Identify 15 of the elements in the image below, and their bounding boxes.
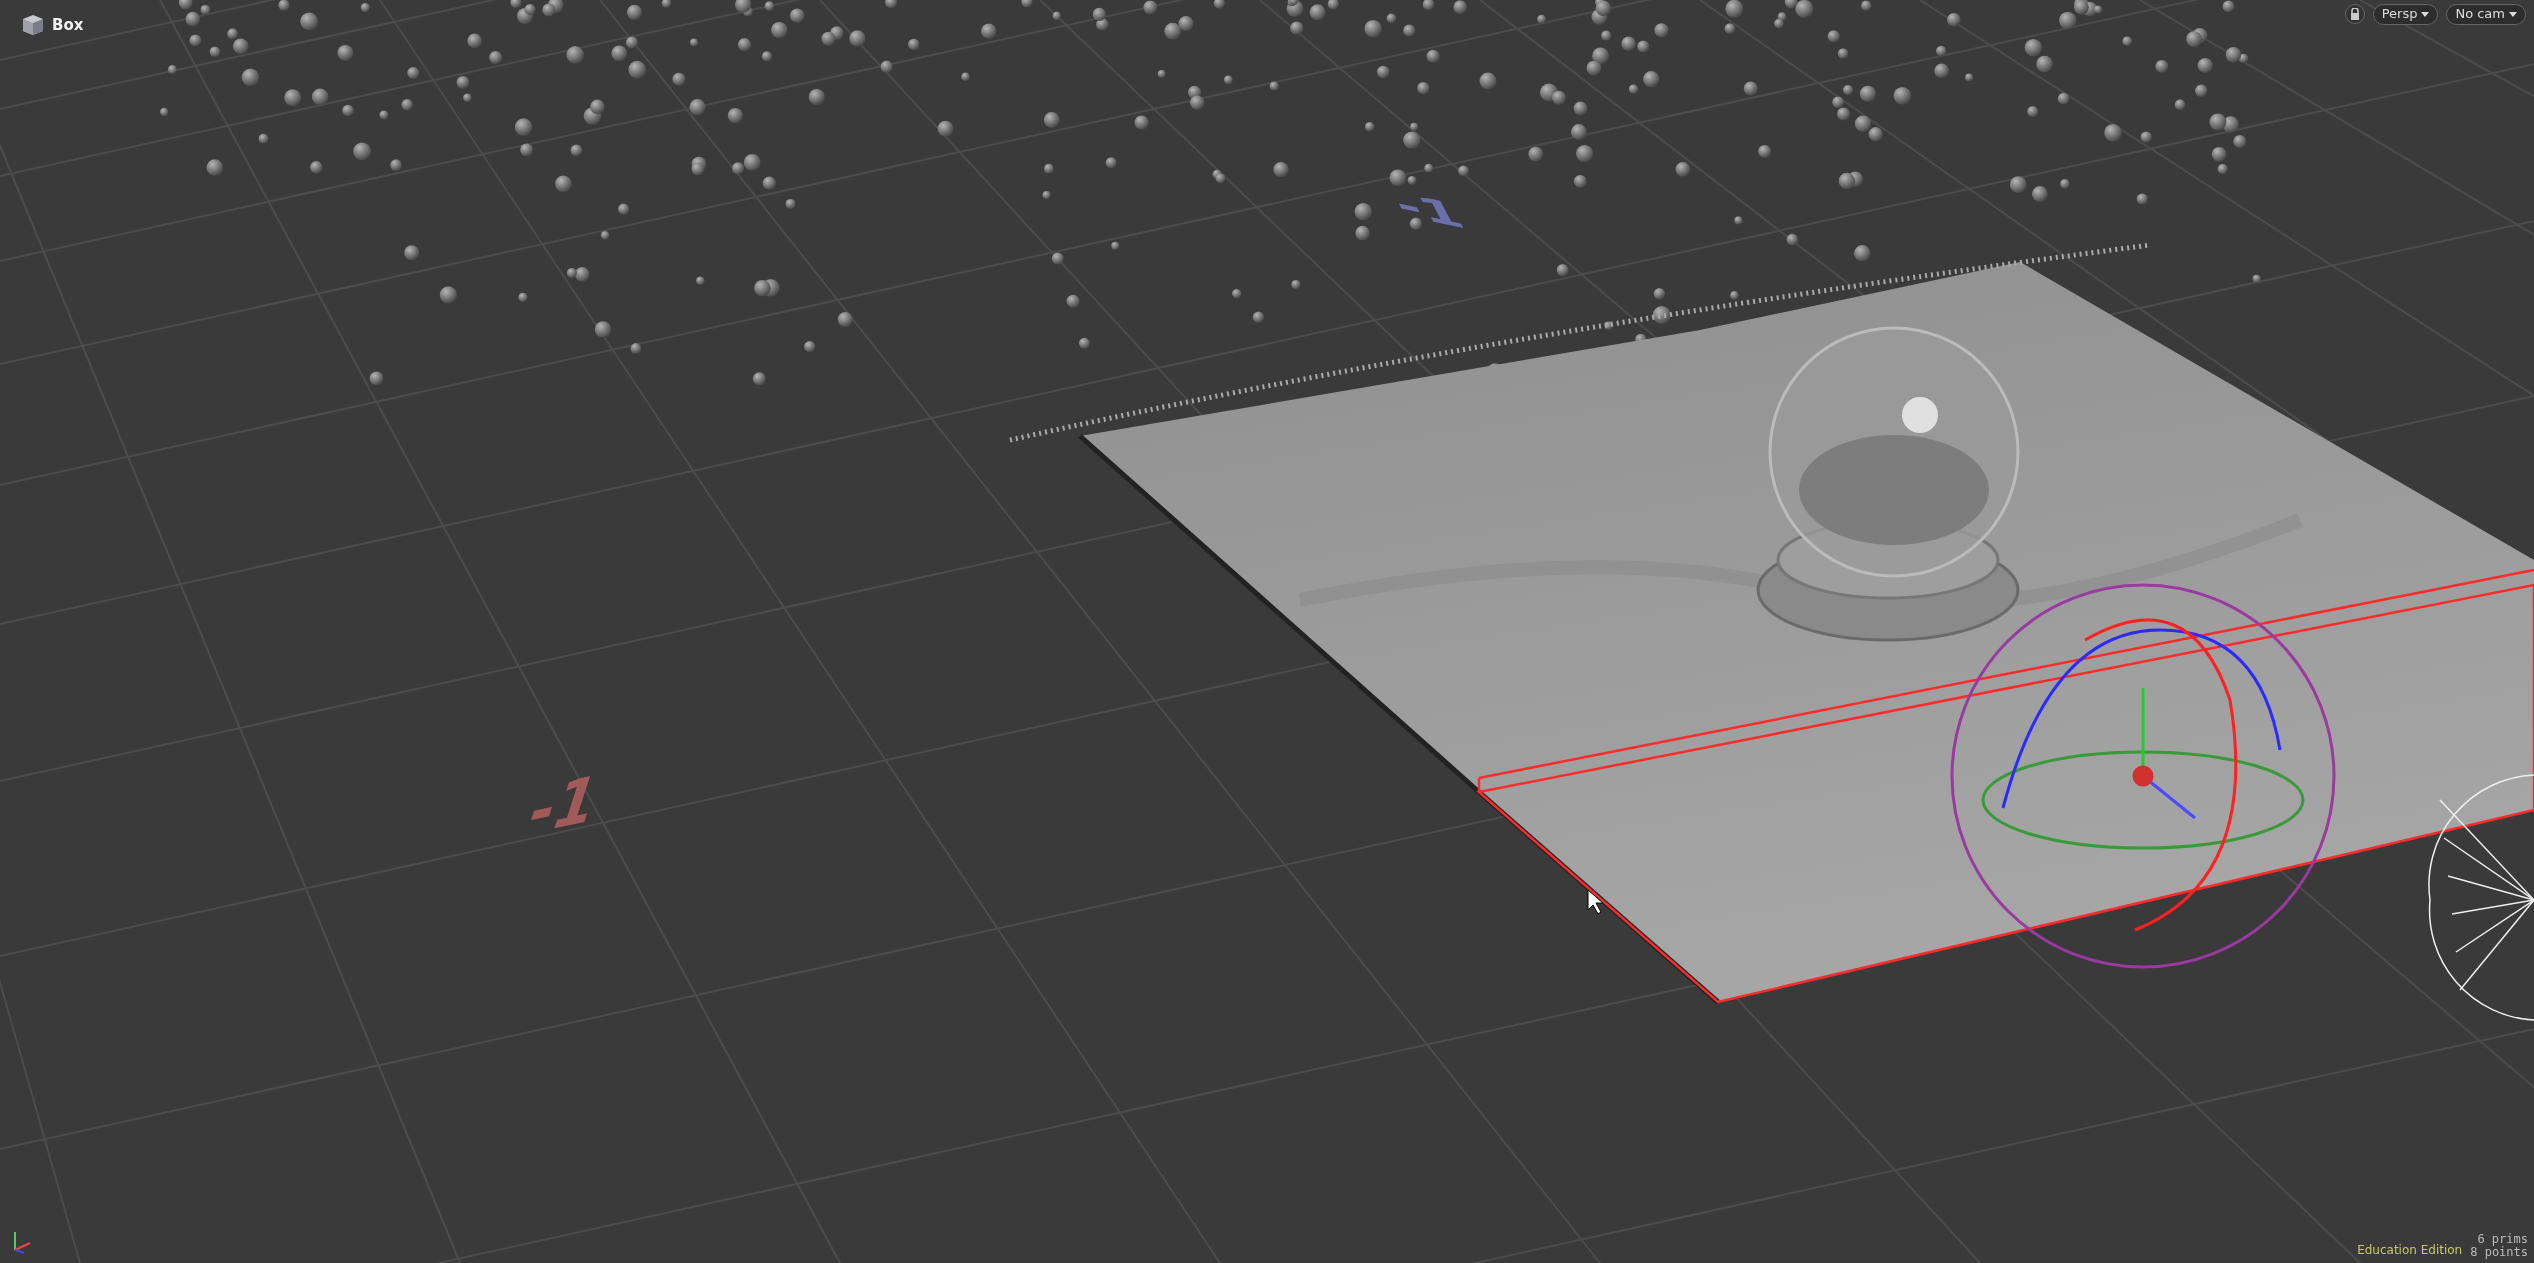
caret-icon	[2421, 11, 2430, 17]
cursor-icon	[1587, 889, 1604, 915]
geometry-stat: 8 points	[2470, 1245, 2528, 1259]
lock-button[interactable]	[2344, 4, 2365, 25]
grid-axis-label: -1	[520, 765, 607, 845]
edition-label: Education Edition	[2357, 1242, 2463, 1259]
axis-gizmo-icon	[14, 1231, 31, 1254]
geometry-stat: 6 prims	[2476, 1232, 2528, 1246]
grid-axis-label: -1	[1386, 185, 1471, 235]
caret-icon	[2509, 11, 2517, 17]
viewport-title: Box	[52, 15, 84, 36]
view-dropdown[interactable]: No cam	[2446, 4, 2526, 25]
view-dropdown[interactable]: Persp	[2372, 4, 2439, 25]
cube-icon	[22, 14, 44, 37]
lock-icon	[2349, 8, 2360, 21]
